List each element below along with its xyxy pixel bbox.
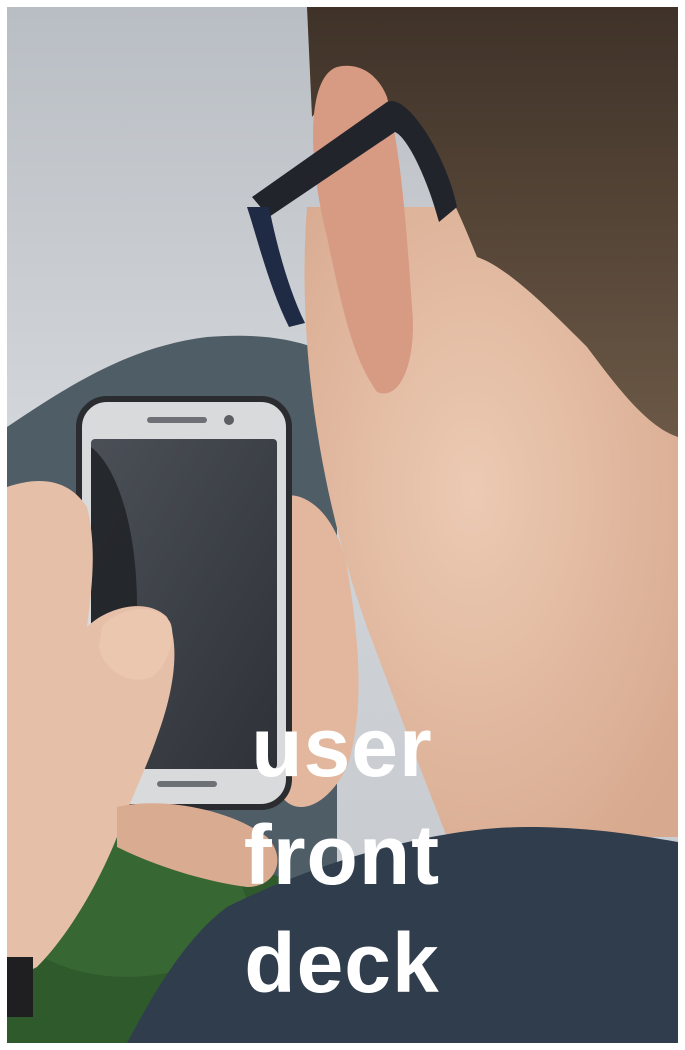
phone-speaker xyxy=(147,417,207,423)
caption-line-2: front xyxy=(243,808,441,902)
photo-frame: user front deck xyxy=(7,7,678,1043)
wrist-strap xyxy=(7,957,33,1017)
caption-line-1: user xyxy=(251,700,433,794)
phone-camera xyxy=(224,415,234,425)
caption-text: user front deck xyxy=(187,693,497,1017)
caption-line-3: deck xyxy=(244,916,440,1010)
